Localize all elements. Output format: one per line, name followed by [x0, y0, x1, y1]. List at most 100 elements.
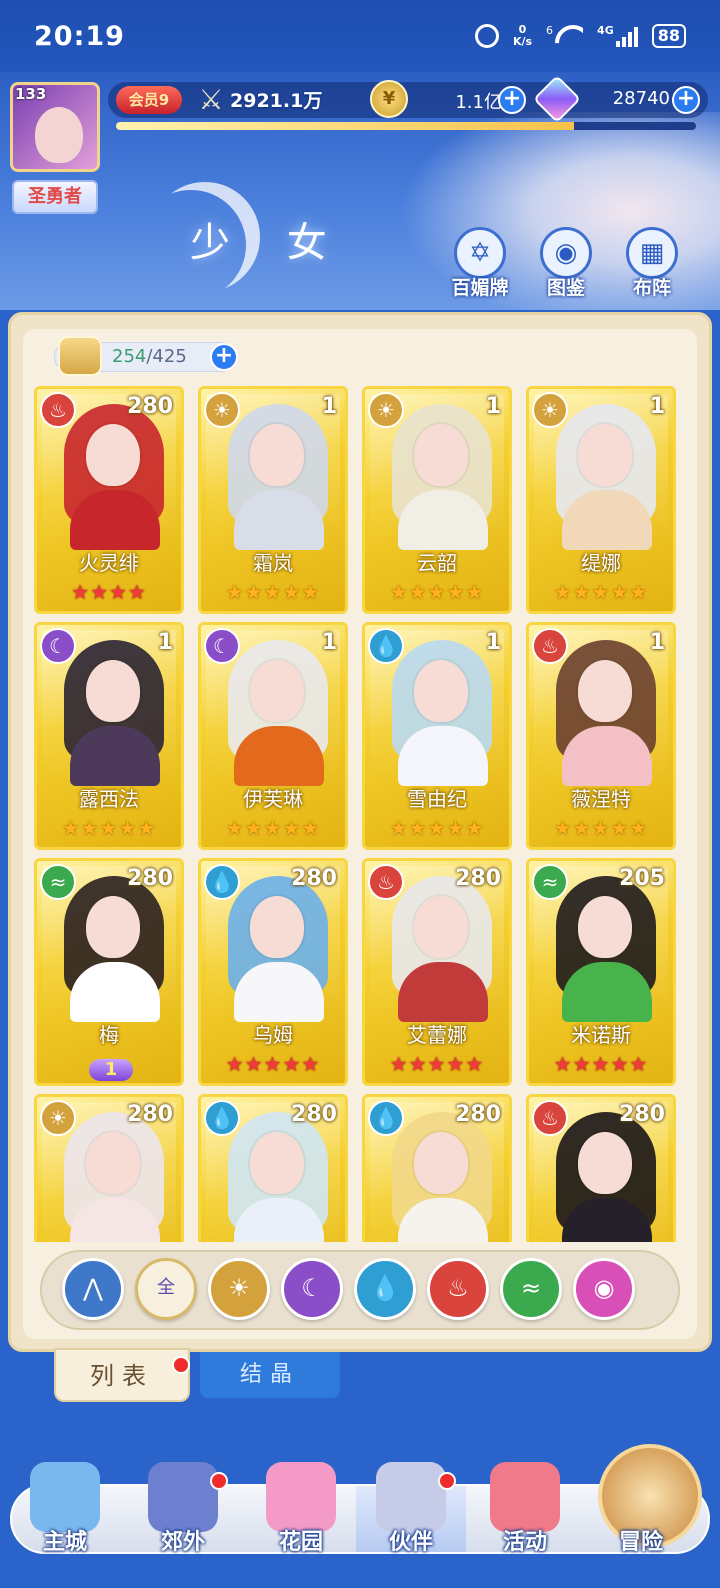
- vip-badge[interactable]: 会员9: [116, 86, 182, 114]
- combat-power-value: 2921.1万: [230, 90, 323, 112]
- nav-item[interactable]: 郊外: [128, 1462, 238, 1562]
- status-icons: 0 K/s 6 4G 88: [474, 24, 686, 48]
- partner-level: 280: [127, 1102, 173, 1127]
- gem-value: 28740: [612, 88, 670, 109]
- element-filter-bar: ⋀ 全 ☀ ☾ 💧 ♨ ≈ ◉: [40, 1250, 680, 1330]
- nav-notification-dot: [210, 1472, 228, 1490]
- partner-card[interactable]: 💧 280: [198, 1094, 348, 1242]
- header: 133 圣勇者 会员9 ⚔ 2921.1万 ¥ 1.1亿 + 28740 + 少…: [0, 72, 720, 310]
- gold-coin-icon: ¥: [370, 80, 408, 118]
- add-gem-button[interactable]: +: [672, 86, 700, 114]
- light-element-icon: ☀: [532, 392, 568, 428]
- partner-card[interactable]: 💧 280 乌姆 ★★★★★: [198, 858, 348, 1086]
- partner-stars: ★★★★★: [389, 816, 485, 840]
- nav-label: 伙伴: [388, 1530, 433, 1555]
- partner-card[interactable]: ≈205 米诺斯 ★★★★★: [526, 858, 676, 1086]
- partner-level: 1: [649, 394, 665, 419]
- partner-level: 1: [649, 630, 665, 655]
- partner-card[interactable]: ☀ 280: [34, 1094, 184, 1242]
- partner-stars: ★★★★★: [225, 816, 321, 840]
- partner-level: 280: [127, 394, 173, 419]
- portrait-face: [578, 896, 632, 958]
- partner-stars: ★★★★★: [553, 816, 649, 840]
- partner-card[interactable]: 💧 280: [362, 1094, 512, 1242]
- portrait-face: [250, 660, 304, 722]
- nav-item[interactable]: 活动: [470, 1462, 580, 1562]
- formation-label: 布阵: [632, 277, 671, 299]
- partner-level: 280: [291, 1102, 337, 1127]
- filter-wind-icon[interactable]: ≈: [500, 1258, 562, 1320]
- partner-level: 1: [321, 394, 337, 419]
- tab-crystal[interactable]: 结晶: [200, 1352, 340, 1398]
- partner-card[interactable]: ☾ 1 露西法 ★★★★★: [34, 622, 184, 850]
- water-element-icon: 💧: [204, 864, 240, 900]
- portrait-face: [414, 1132, 468, 1194]
- partner-card-grid: ♨ 280 火灵绯 ★★★★ ☀ 1 霜岚 ★★★★★ ☀ 1 云韶 ★★★★★ ☀ 1 缇娜 ★★★★★ ☾ 1…: [34, 386, 678, 1242]
- partner-level: 280: [291, 866, 337, 891]
- combat-power-icon: ⚔: [198, 83, 224, 116]
- water-element-icon: 💧: [204, 1100, 240, 1136]
- partner-card[interactable]: ♨ 1 薇涅特 ★★★★★: [526, 622, 676, 850]
- partner-card[interactable]: ♨ 280: [526, 1094, 676, 1242]
- expand-capacity-button[interactable]: +: [210, 343, 238, 371]
- portrait-face: [414, 424, 468, 486]
- fire-element-icon: ♨: [532, 628, 568, 664]
- partner-level: 1: [485, 630, 501, 655]
- fire-element-icon: ♨: [40, 392, 76, 428]
- xp-progress-bar: [116, 122, 696, 130]
- tab-list[interactable]: 列表: [54, 1348, 190, 1402]
- partner-card[interactable]: 💧 1 雪由纪 ★★★★★: [362, 622, 512, 850]
- partner-card[interactable]: ☀ 1 缇娜 ★★★★★: [526, 386, 676, 614]
- partner-stars: ★★★★★: [61, 816, 157, 840]
- nav-item[interactable]: 冒险: [586, 1462, 696, 1562]
- filter-all-button[interactable]: 全: [135, 1258, 197, 1320]
- nav-item[interactable]: 伙伴: [356, 1462, 466, 1562]
- player-avatar[interactable]: 133: [10, 82, 100, 172]
- partner-stars: ★★★★: [71, 580, 147, 604]
- partner-stars: ★★★★★: [553, 580, 649, 604]
- codex-button[interactable]: ◉ 图鉴: [528, 227, 604, 300]
- partner-card[interactable]: ≈280 梅 1: [34, 858, 184, 1086]
- partner-level: 280: [127, 866, 173, 891]
- partner-level: 1: [321, 630, 337, 655]
- partner-name: 薇涅特: [571, 787, 631, 811]
- nav-label: 活动: [502, 1530, 547, 1555]
- rank-title-badge[interactable]: 圣勇者: [12, 180, 98, 214]
- nav-icon: [376, 1462, 446, 1532]
- water-element-icon: 💧: [368, 628, 404, 664]
- partner-card[interactable]: ☾ 1 伊芙琳 ★★★★★: [198, 622, 348, 850]
- add-gold-button[interactable]: +: [498, 86, 526, 114]
- alarm-icon: [474, 24, 499, 48]
- light-element-icon: ☀: [368, 392, 404, 428]
- portrait-face: [86, 660, 140, 722]
- partner-card[interactable]: ☀ 1 云韶 ★★★★★: [362, 386, 512, 614]
- page-title: 少 女: [190, 220, 349, 266]
- partner-level: 280: [619, 1102, 665, 1127]
- capacity-text: 254/425: [112, 346, 187, 367]
- partner-level: 1: [157, 630, 173, 655]
- nav-icon: [148, 1462, 218, 1532]
- formation-button[interactable]: ▦ 布阵: [614, 227, 690, 300]
- wifi-icon: [555, 25, 583, 47]
- partner-card[interactable]: ☀ 1 霜岚 ★★★★★: [198, 386, 348, 614]
- filter-dark-icon[interactable]: ◉: [573, 1258, 635, 1320]
- filter-moon-icon[interactable]: ☾: [281, 1258, 343, 1320]
- book-icon: ◉: [540, 227, 592, 279]
- filter-fire-icon[interactable]: ♨: [427, 1258, 489, 1320]
- partner-card[interactable]: ♨ 280 火灵绯 ★★★★: [34, 386, 184, 614]
- filter-back-icon[interactable]: ⋀: [62, 1258, 124, 1320]
- filter-water-icon[interactable]: 💧: [354, 1258, 416, 1320]
- card-deck-label: 百媚牌: [451, 277, 509, 299]
- partner-card[interactable]: ♨ 280 艾蕾娜 ★★★★★: [362, 858, 512, 1086]
- status-bar: 20:19 0 K/s 6 4G 88: [0, 0, 720, 72]
- filter-light-icon[interactable]: ☀: [208, 1258, 270, 1320]
- portrait-face: [86, 896, 140, 958]
- partner-name: 缇娜: [581, 551, 621, 575]
- partner-stars: ★★★★★: [225, 580, 321, 604]
- card-deck-button[interactable]: ✡ 百媚牌: [442, 227, 518, 300]
- nav-item[interactable]: 主城: [10, 1462, 120, 1562]
- nav-item[interactable]: 花园: [246, 1462, 356, 1562]
- status-time: 20:19: [34, 20, 125, 52]
- nav-icon: [266, 1462, 336, 1532]
- card-deck-icon: ✡: [454, 227, 506, 279]
